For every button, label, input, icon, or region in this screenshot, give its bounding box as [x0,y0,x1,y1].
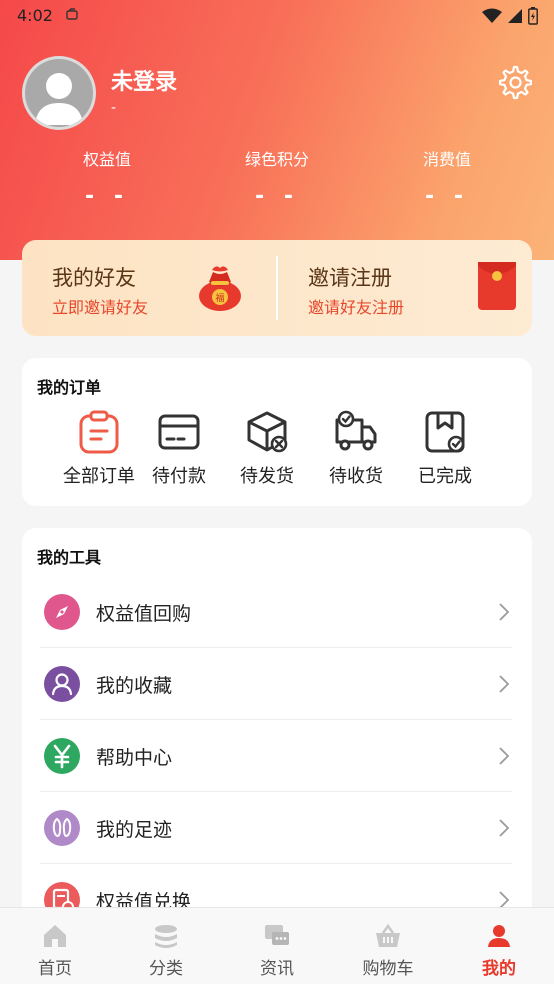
notification-icon [66,8,78,20]
tab-mine[interactable]: 我的 [444,908,554,984]
news-icon [265,925,289,945]
stat-consumption-value[interactable]: 消费值 - - [367,146,527,209]
order-all[interactable]: 全部订单 [54,410,144,494]
tab-category[interactable]: 分类 [111,908,221,984]
completed-icon [425,411,465,453]
wifi-icon [482,8,502,23]
chevron-right-icon [499,603,510,621]
tab-label: 资讯 [260,959,294,979]
signal-icon [508,9,522,23]
tab-news[interactable]: 资讯 [222,908,332,984]
invite-register-subtitle: 邀请好友注册 [308,298,405,317]
card-icon [158,414,200,450]
order-pending-payment[interactable]: 待付款 [134,410,224,494]
truck-icon [335,410,377,451]
profile-icon [488,925,510,947]
order-label: 待收货 [329,466,383,487]
tool-help-center[interactable]: 帮助中心 [40,720,512,792]
tab-home[interactable]: 首页 [0,908,110,984]
red-envelope-icon [478,262,516,310]
tool-rights-buyback[interactable]: 权益值回购 [40,576,512,648]
order-pending-receipt[interactable]: 待收货 [311,410,401,494]
compass-icon [44,594,80,630]
bottom-tab-bar: 首页 分类 资讯 购物车 我的 [0,907,554,984]
stat-value: - - [85,184,129,209]
stat-label: 权益值 [82,150,131,169]
settings-icon[interactable] [496,64,532,100]
username[interactable]: 未登录 [111,64,177,96]
order-label: 待付款 [152,466,206,487]
avatar[interactable] [22,56,96,130]
chevron-right-icon [499,675,510,693]
order-label: 已完成 [418,466,472,487]
order-label: 待发货 [240,466,294,487]
box-icon [247,411,288,453]
tab-label: 我的 [482,959,516,979]
cart-icon [376,923,400,947]
user-icon [44,666,80,702]
invite-friends-title: 我的好友 [52,266,136,290]
status-time: 4:02 [17,6,53,25]
invite-friends-subtitle: 立即邀请好友 [52,298,149,317]
tools-title: 我的工具 [37,548,102,567]
category-icon [155,925,177,948]
tab-label: 首页 [38,959,72,979]
status-bar: 4:02 [0,0,554,32]
order-label: 全部订单 [63,466,135,487]
tool-label: 我的收藏 [96,675,173,697]
tool-favorites[interactable]: 我的收藏 [40,648,512,720]
battery-icon [528,7,538,25]
tool-label: 权益值回购 [96,603,192,625]
orders-card: 我的订单 全部订单 待付款 待发货 待收货 已完成 [22,358,532,506]
stat-green-points[interactable]: 绿色积分 - - [197,146,357,209]
order-completed[interactable]: 已完成 [400,410,490,494]
status-icons [482,7,538,25]
order-pending-shipment[interactable]: 待发货 [222,410,312,494]
tab-label: 分类 [149,959,183,979]
tool-label: 我的足迹 [96,819,173,841]
tools-card: 我的工具 权益值回购 我的收藏 帮助中心 我的足迹 权益值兑换 [22,528,532,948]
stat-label: 消费值 [422,150,471,169]
tab-label: 购物车 [362,959,414,979]
profile-header [0,0,554,260]
clipboard-icon [79,410,119,454]
stat-value: - - [425,184,469,209]
chevron-right-icon [499,747,510,765]
yen-icon [44,738,80,774]
stat-rights-value[interactable]: 权益值 - - [27,146,187,209]
invite-register-title: 邀请注册 [308,266,392,290]
stat-label: 绿色积分 [244,150,309,169]
footprint-icon [44,810,80,846]
orders-title: 我的订单 [37,378,102,397]
money-bag-icon: 福 [199,266,241,311]
invite-card: 我的好友 立即邀请好友 福 邀请注册 邀请好友注册 [22,240,532,336]
invite-register-button[interactable]: 邀请注册 邀请好友注册 [278,240,532,336]
tool-footprints[interactable]: 我的足迹 [40,792,512,864]
tool-label: 帮助中心 [96,747,173,769]
my-friends-button[interactable]: 我的好友 立即邀请好友 福 [22,240,276,336]
user-subtitle: - [111,100,117,116]
home-icon [44,925,66,947]
chevron-right-icon [499,819,510,837]
stat-value: - - [255,184,299,209]
svg-text:福: 福 [215,292,224,304]
tab-cart[interactable]: 购物车 [333,908,443,984]
default-avatar-icon [35,73,83,125]
